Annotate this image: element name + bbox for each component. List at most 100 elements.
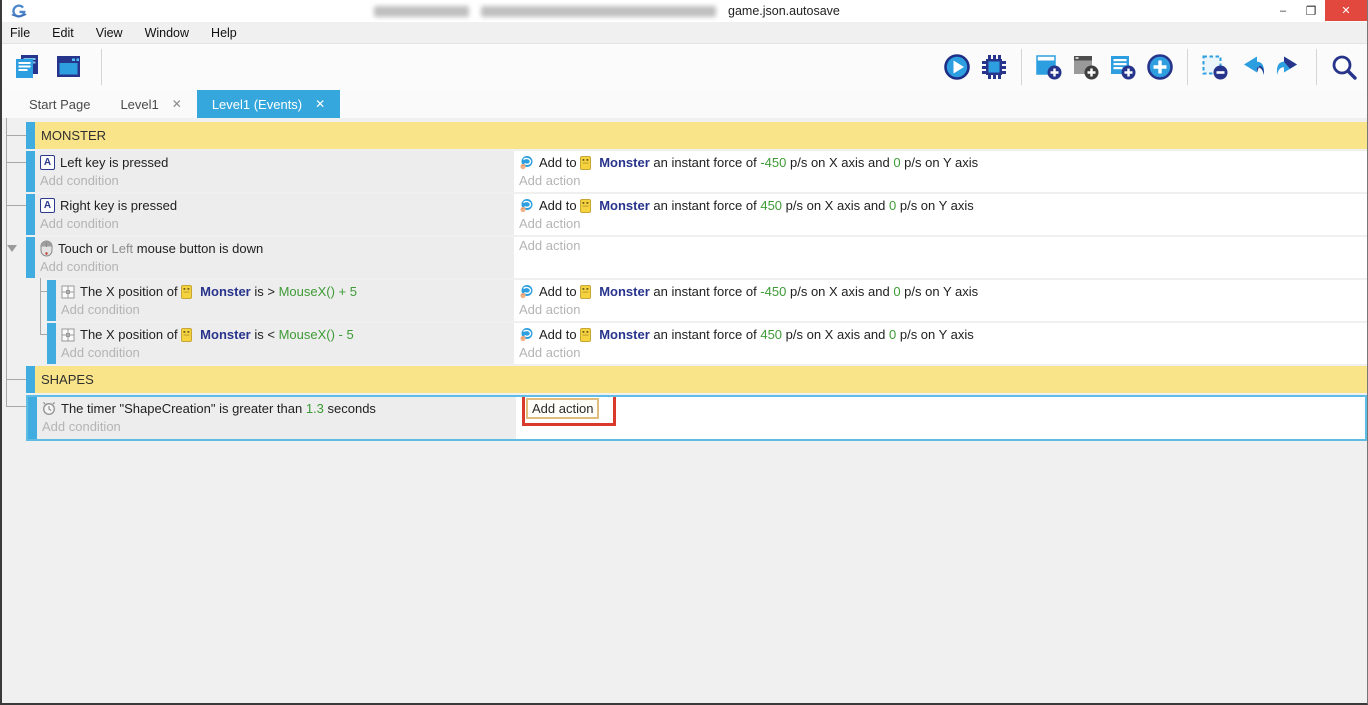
expander-triangle-icon[interactable]	[7, 245, 17, 252]
menu-window[interactable]: Window	[145, 26, 189, 40]
play-icon[interactable]	[942, 52, 972, 82]
sentence-text: p/s on X axis and	[786, 284, 894, 299]
minimize-button[interactable]: –	[1269, 0, 1297, 21]
monster-icon	[181, 327, 193, 342]
action-line[interactable]: Add to Monster an instant force of 450 p…	[514, 323, 1367, 344]
sentence-text: p/s on Y axis	[896, 198, 974, 213]
event-group-row[interactable]: MONSTER	[26, 122, 1367, 149]
action-line[interactable]: Add to Monster an instant force of -450 …	[514, 151, 1367, 172]
actions-cell[interactable]: Add action	[516, 397, 1365, 439]
conditions-cell[interactable]: The X position of Monster is > MouseX() …	[56, 280, 514, 321]
conditions-cell[interactable]: Touch or Left mouse button is down Add co…	[35, 237, 514, 278]
event-row[interactable]: The timer "ShapeCreation" is greater tha…	[26, 395, 1367, 441]
object-name: Monster	[200, 284, 251, 299]
event-row[interactable]: A Right key is pressed Add condition Add to…	[26, 194, 1367, 235]
sentence-text: Add to	[539, 198, 581, 213]
condition-line[interactable]: Touch or Left mouse button is down	[35, 237, 514, 258]
add-event-icon[interactable]	[1034, 52, 1064, 82]
event-row[interactable]: The X position of Monster is < MouseX() …	[47, 323, 1367, 364]
event-group-row[interactable]: SHAPES	[26, 366, 1367, 393]
menu-view[interactable]: View	[96, 26, 123, 40]
search-icon[interactable]	[1329, 52, 1359, 82]
conditions-cell[interactable]: The timer "ShapeCreation" is greater tha…	[37, 397, 516, 439]
tab-level1[interactable]: Level1 ✕	[105, 90, 196, 118]
event-handle-bar[interactable]	[28, 397, 37, 439]
actions-cell[interactable]: Add action	[514, 237, 1367, 278]
redo-icon[interactable]	[1274, 52, 1304, 82]
event-handle-bar[interactable]	[26, 366, 35, 393]
event-row[interactable]: The X position of Monster is > MouseX() …	[47, 280, 1367, 321]
menu-help[interactable]: Help	[211, 26, 237, 40]
group-header[interactable]: MONSTER	[35, 122, 1367, 149]
actions-cell[interactable]: Add to Monster an instant force of 450 p…	[514, 194, 1367, 235]
tab-start-page[interactable]: Start Page	[14, 90, 105, 118]
tree-line	[6, 205, 26, 206]
add-action-link[interactable]: Add action	[514, 344, 1367, 362]
add-condition-link[interactable]: Add condition	[35, 215, 514, 233]
event-handle-bar[interactable]	[26, 151, 35, 192]
add-action-link[interactable]: Add action	[514, 172, 1367, 190]
condition-line[interactable]: A Right key is pressed	[35, 194, 514, 215]
group-header[interactable]: SHAPES	[35, 366, 1367, 393]
event-row[interactable]: A Left key is pressed Add condition Add to …	[26, 151, 1367, 192]
action-line[interactable]: Add to Monster an instant force of 450 p…	[514, 194, 1367, 215]
add-action-link[interactable]: Add action	[514, 215, 1367, 233]
monster-icon	[580, 155, 592, 170]
event-handle-bar[interactable]	[47, 323, 56, 364]
add-condition-link[interactable]: Add condition	[35, 172, 514, 190]
add-subevent-icon[interactable]	[1071, 52, 1101, 82]
condition-line[interactable]: The timer "ShapeCreation" is greater tha…	[37, 397, 516, 418]
menu-file[interactable]: File	[10, 26, 30, 40]
sentence-text: p/s on X axis and	[782, 198, 889, 213]
add-action-link[interactable]: Add action	[514, 301, 1367, 319]
tab-close-icon[interactable]: ✕	[315, 97, 325, 111]
sentence-text: p/s on Y axis	[896, 327, 974, 342]
debug-icon[interactable]	[979, 52, 1009, 82]
add-condition-link[interactable]: Add condition	[37, 418, 516, 436]
object-reference: Monster	[181, 327, 251, 342]
menu-edit[interactable]: Edit	[52, 26, 74, 40]
conditions-cell[interactable]: A Left key is pressed Add condition	[35, 151, 514, 192]
scene-editor-icon[interactable]	[54, 52, 84, 82]
actions-cell[interactable]: Add to Monster an instant force of -450 …	[514, 151, 1367, 192]
undo-icon[interactable]	[1237, 52, 1267, 82]
tree-line	[40, 334, 47, 335]
events-sheet[interactable]: MONSTER A Left key is pressed Add condition…	[2, 118, 1367, 703]
add-condition-link[interactable]: Add condition	[56, 344, 514, 362]
close-button[interactable]: ✕	[1325, 0, 1367, 21]
condition-line[interactable]: A Left key is pressed	[35, 151, 514, 172]
monster-icon	[181, 284, 193, 299]
parameter-value: -450	[760, 284, 787, 299]
event-row[interactable]: Touch or Left mouse button is down Add co…	[26, 237, 1367, 278]
add-action-link[interactable]: Add action	[526, 397, 600, 419]
add-condition-link[interactable]: Add condition	[56, 301, 514, 319]
actions-cell[interactable]: Add to Monster an instant force of -450 …	[514, 280, 1367, 321]
sentence-text: The timer "ShapeCreation" is greater tha…	[61, 401, 306, 416]
force-icon	[519, 198, 534, 213]
force-icon	[519, 155, 534, 170]
project-manager-icon[interactable]	[12, 52, 42, 82]
conditions-cell[interactable]: The X position of Monster is < MouseX() …	[56, 323, 514, 364]
remove-event-icon[interactable]	[1200, 52, 1230, 82]
conditions-cell[interactable]: A Right key is pressed Add condition	[35, 194, 514, 235]
add-comment-icon[interactable]	[1108, 52, 1138, 82]
parameter-value: 1.3	[305, 401, 324, 416]
object-name: Monster	[599, 198, 650, 213]
event-handle-bar[interactable]	[26, 237, 35, 278]
condition-line[interactable]: The X position of Monster is < MouseX() …	[56, 323, 514, 344]
add-condition-link[interactable]: Add condition	[35, 258, 514, 276]
annotation-highlight-box: Add action	[522, 397, 617, 426]
event-handle-bar[interactable]	[47, 280, 56, 321]
event-handle-bar[interactable]	[26, 122, 35, 149]
restore-button[interactable]: ❐	[1297, 0, 1325, 21]
mouse-icon	[40, 240, 53, 257]
add-circle-icon[interactable]	[1145, 52, 1175, 82]
action-line[interactable]: Add to Monster an instant force of -450 …	[514, 280, 1367, 301]
add-action-link[interactable]: Add action	[514, 237, 1367, 255]
tab-close-icon[interactable]: ✕	[172, 97, 182, 111]
event-handle-bar[interactable]	[26, 194, 35, 235]
toolbar-right	[942, 44, 1359, 90]
actions-cell[interactable]: Add to Monster an instant force of 450 p…	[514, 323, 1367, 364]
condition-line[interactable]: The X position of Monster is > MouseX() …	[56, 280, 514, 301]
tab-level1-events[interactable]: Level1 (Events) ✕	[196, 90, 341, 118]
